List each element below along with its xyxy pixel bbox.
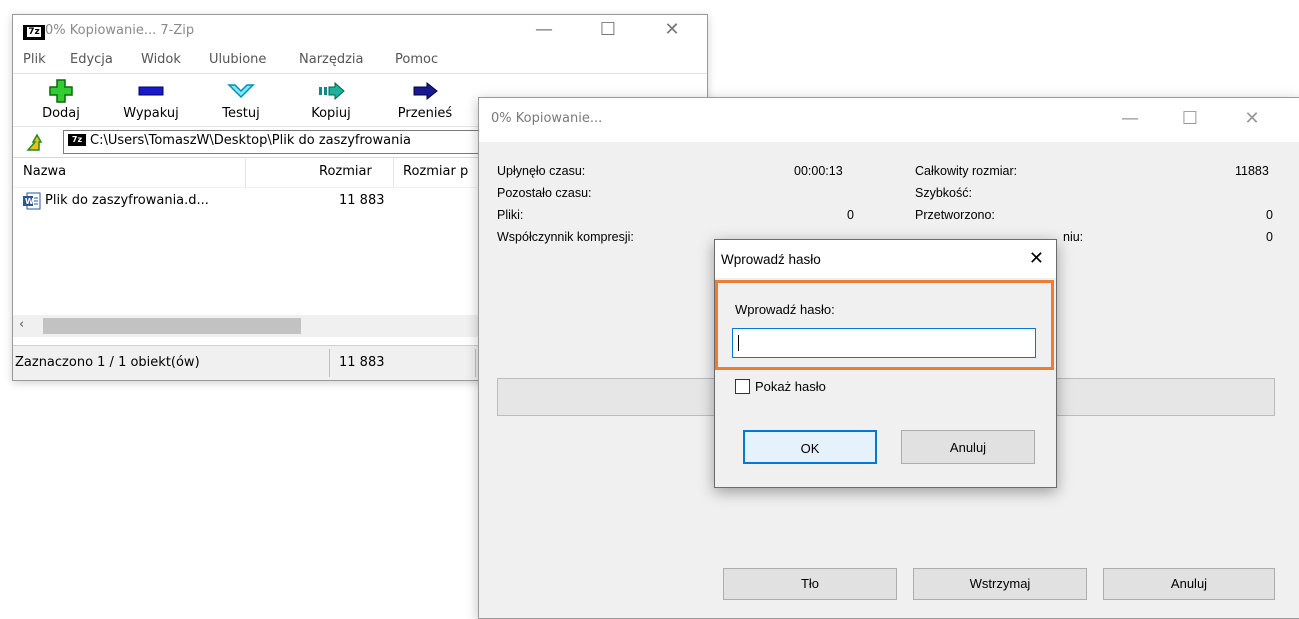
partial-label: niu:	[1063, 230, 1084, 244]
password-dialog-titlebar[interactable]: Wprowadź hasło ✕	[715, 240, 1056, 278]
cancel-button[interactable]: Anuluj	[1103, 568, 1275, 600]
total-size-label: Całkowity rozmiar:	[915, 164, 1018, 178]
ok-button[interactable]: OK	[743, 430, 877, 464]
elapsed-value: 00:00:13	[794, 164, 843, 178]
file-name: Plik do zaszyfrowania.d...	[45, 193, 209, 208]
elapsed-label: Upłynęło czasu:	[497, 164, 586, 178]
partial-value: 0	[1266, 230, 1273, 244]
menu-pomoc[interactable]: Pomoc	[395, 52, 438, 67]
main-titlebar[interactable]: 7z 0% Kopiowanie... 7-Zip — ☐ ✕	[13, 15, 707, 47]
dialog-close-icon[interactable]: ✕	[1029, 248, 1044, 269]
up-folder-icon[interactable]	[25, 132, 45, 152]
move-label: Przenieś	[397, 106, 453, 121]
progress-minimize-button[interactable]: —	[1107, 104, 1153, 136]
7zip-app-icon: 7z	[23, 25, 45, 40]
menu-ulubione[interactable]: Ulubione	[209, 52, 266, 67]
status-size: 11 883	[339, 355, 385, 370]
total-size-value: 11883	[1235, 164, 1269, 178]
processed-value: 0	[1266, 208, 1273, 222]
list-header: Nazwa Rozmiar Rozmiar p	[13, 157, 483, 188]
column-nazwa[interactable]: Nazwa	[23, 164, 66, 179]
show-password-label[interactable]: Pokaż hasło	[755, 379, 826, 394]
copy-arrow-icon	[319, 82, 345, 100]
copy-label: Kopiuj	[311, 106, 351, 121]
password-input[interactable]	[732, 328, 1036, 358]
password-label: Wprowadź hasło:	[735, 302, 835, 317]
file-size: 11 883	[339, 193, 385, 208]
add-label: Dodaj	[42, 106, 80, 121]
column-rozmiar[interactable]: Rozmiar	[319, 164, 372, 179]
show-password-checkbox[interactable]	[735, 379, 750, 394]
move-arrow-icon	[413, 82, 438, 100]
processed-label: Przetworzono:	[915, 208, 995, 222]
speed-label: Szybkość:	[915, 186, 972, 200]
copy-button[interactable]: Kopiuj	[301, 78, 361, 121]
background-button[interactable]: Tło	[723, 568, 897, 600]
close-button[interactable]: ✕	[649, 15, 695, 47]
extract-button[interactable]: Wypakuj	[113, 78, 189, 121]
minimize-button[interactable]: —	[521, 15, 567, 47]
progress-window-title: 0% Kopiowanie...	[491, 111, 603, 126]
ratio-label: Współczynnik kompresji:	[497, 230, 634, 244]
main-window-title: 0% Kopiowanie... 7-Zip	[45, 23, 195, 38]
remaining-label: Pozostało czasu:	[497, 186, 592, 200]
scrollbar-thumb[interactable]	[43, 318, 301, 334]
column-rozmiar-p[interactable]: Rozmiar p	[403, 164, 468, 179]
word-document-icon: W	[23, 192, 41, 210]
check-icon	[227, 84, 255, 99]
menu-edycja[interactable]: Edycja	[70, 52, 113, 67]
menubar: Plik Edycja Widok Ulubione Narzędzia Pom…	[13, 47, 707, 73]
menu-plik[interactable]: Plik	[23, 52, 46, 67]
dialog-cancel-button[interactable]: Anuluj	[901, 430, 1035, 464]
test-button[interactable]: Testuj	[213, 78, 269, 121]
progress-titlebar[interactable]: 0% Kopiowanie... — ☐ ✕	[479, 98, 1299, 142]
progress-maximize-button[interactable]: ☐	[1167, 104, 1213, 136]
add-button[interactable]: Dodaj	[31, 78, 91, 121]
horizontal-scrollbar[interactable]: ‹	[13, 315, 479, 337]
scroll-left-icon[interactable]: ‹	[19, 317, 24, 332]
files-label: Pliki:	[497, 208, 524, 222]
plus-icon	[49, 79, 73, 103]
menu-widok[interactable]: Widok	[141, 52, 181, 67]
password-dialog: Wprowadź hasło ✕ Wprowadź hasło: Pokaż h…	[714, 239, 1057, 488]
test-label: Testuj	[222, 106, 260, 121]
maximize-button[interactable]: ☐	[585, 15, 631, 47]
7zip-archive-icon: 7z	[68, 134, 86, 146]
files-value: 0	[847, 208, 854, 222]
menu-narzedzia[interactable]: Narzędzia	[299, 52, 364, 67]
minus-icon	[138, 86, 164, 96]
address-text: C:\Users\TomaszW\Desktop\Plik do zaszyfr…	[90, 133, 411, 148]
move-button[interactable]: Przenieś	[393, 78, 457, 121]
status-selected: Zaznaczono 1 / 1 obiekt(ów)	[15, 355, 200, 370]
svg-text:W: W	[25, 197, 34, 206]
text-caret	[738, 335, 739, 351]
extract-label: Wypakuj	[123, 106, 179, 121]
pause-button[interactable]: Wstrzymaj	[913, 568, 1087, 600]
progress-close-button[interactable]: ✕	[1229, 104, 1275, 136]
password-dialog-title: Wprowadź hasło	[721, 252, 821, 267]
table-row[interactable]: W Plik do zaszyfrowania.d... 11 883	[13, 189, 479, 213]
